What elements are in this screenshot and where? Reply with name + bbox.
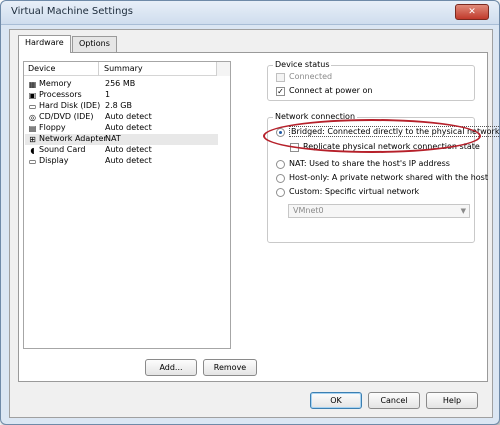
ok-button[interactable]: OK: [310, 392, 362, 409]
add-device-button[interactable]: Add...: [145, 359, 197, 376]
device-summary: Auto detect: [105, 156, 152, 165]
device-list[interactable]: Device Summary ▦ Memory 256 MB ▣ Process…: [23, 61, 231, 349]
nat-label: NAT: Used to share the host's IP address: [289, 159, 450, 168]
tab-options-label: Options: [79, 39, 110, 48]
radio-icon: [276, 160, 285, 169]
device-status-group: Device status Connected ✓ Connect at pow…: [267, 60, 475, 101]
remove-device-button[interactable]: Remove: [203, 359, 257, 376]
checkmark-icon: ✓: [276, 87, 285, 96]
connect-at-power-on-label: Connect at power on: [289, 86, 373, 95]
device-status-legend: Device status: [273, 60, 332, 69]
vmnet-select-value: VMnet0: [293, 206, 324, 215]
device-name: Sound Card: [39, 145, 86, 154]
network-connection-legend: Network connection: [273, 112, 358, 121]
device-name: Memory: [39, 79, 72, 88]
device-row-sound-card[interactable]: ◖ Sound Card Auto detect: [25, 145, 218, 156]
device-summary: Auto detect: [105, 123, 152, 132]
chevron-down-icon: ▼: [460, 207, 466, 215]
device-row-cd-dvd[interactable]: ◎ CD/DVD (IDE) Auto detect: [25, 112, 218, 123]
device-summary: 2.8 GB: [105, 101, 132, 110]
device-summary: Auto detect: [105, 145, 152, 154]
checkbox-box: [290, 143, 299, 152]
radio-icon: [276, 188, 285, 197]
sound-card-icon: ◖: [30, 146, 35, 155]
device-row-floppy[interactable]: ▤ Floppy Auto detect: [25, 123, 218, 134]
close-icon: ✕: [468, 7, 476, 17]
device-name: Floppy: [39, 123, 66, 132]
hardware-panel: Device Summary ▦ Memory 256 MB ▣ Process…: [18, 52, 500, 382]
device-row-memory[interactable]: ▦ Memory 256 MB: [25, 79, 218, 90]
radio-selected-icon: [276, 128, 285, 137]
device-name: Network Adapter: [39, 134, 107, 143]
dialog-window: Virtual Machine Settings ✕ Hardware Opti…: [0, 0, 500, 425]
device-row-display[interactable]: ▭ Display Auto detect: [25, 156, 218, 167]
column-divider[interactable]: [98, 62, 99, 76]
radio-icon: [276, 174, 285, 183]
custom-label: Custom: Specific virtual network: [289, 187, 420, 196]
tab-hardware-label: Hardware: [25, 38, 64, 47]
hard-disk-icon: ▭: [28, 102, 37, 111]
network-adapter-icon: ⊞: [29, 135, 36, 144]
header-scroll-stub: [216, 62, 230, 76]
device-row-processors[interactable]: ▣ Processors 1: [25, 90, 218, 101]
device-summary: NAT: [105, 134, 121, 143]
host-only-label: Host-only: A private network shared with…: [289, 173, 488, 182]
device-name: Hard Disk (IDE): [39, 101, 101, 110]
tab-options[interactable]: Options: [72, 36, 117, 52]
vmnet-select[interactable]: VMnet0 ▼: [288, 204, 470, 218]
close-button[interactable]: ✕: [455, 4, 489, 20]
device-name: Display: [39, 156, 69, 165]
device-summary: 1: [105, 90, 111, 99]
connected-label: Connected: [289, 72, 333, 81]
replicate-state-label: Replicate physical network connection st…: [303, 142, 480, 151]
column-header-device[interactable]: Device: [28, 64, 55, 73]
tab-hardware[interactable]: Hardware: [18, 35, 71, 53]
network-connection-group: Network connection Bridged: Connected di…: [267, 112, 500, 243]
help-button[interactable]: Help: [426, 392, 478, 409]
device-name: CD/DVD (IDE): [39, 112, 94, 121]
device-row-network-adapter[interactable]: ⊞ Network Adapter NAT: [25, 134, 218, 145]
processor-icon: ▣: [28, 91, 37, 100]
column-header-summary[interactable]: Summary: [104, 64, 143, 73]
device-row-hard-disk[interactable]: ▭ Hard Disk (IDE) 2.8 GB: [25, 101, 218, 112]
floppy-icon: ▤: [28, 124, 37, 133]
bridged-label: Bridged: Connected directly to the physi…: [289, 126, 500, 137]
cancel-button[interactable]: Cancel: [368, 392, 420, 409]
device-list-header: Device Summary: [24, 62, 230, 76]
dialog-client-area: Hardware Options Device Summary ▦ Memory…: [9, 29, 500, 418]
device-summary: 256 MB: [105, 79, 136, 88]
window-title: Virtual Machine Settings: [11, 6, 133, 17]
device-summary: Auto detect: [105, 112, 152, 121]
display-icon: ▭: [28, 157, 37, 166]
title-bar: Virtual Machine Settings ✕: [1, 1, 499, 25]
device-name: Processors: [39, 90, 82, 99]
memory-icon: ▦: [28, 80, 37, 89]
cd-dvd-icon: ◎: [29, 113, 36, 122]
checkbox-box: [276, 73, 285, 82]
